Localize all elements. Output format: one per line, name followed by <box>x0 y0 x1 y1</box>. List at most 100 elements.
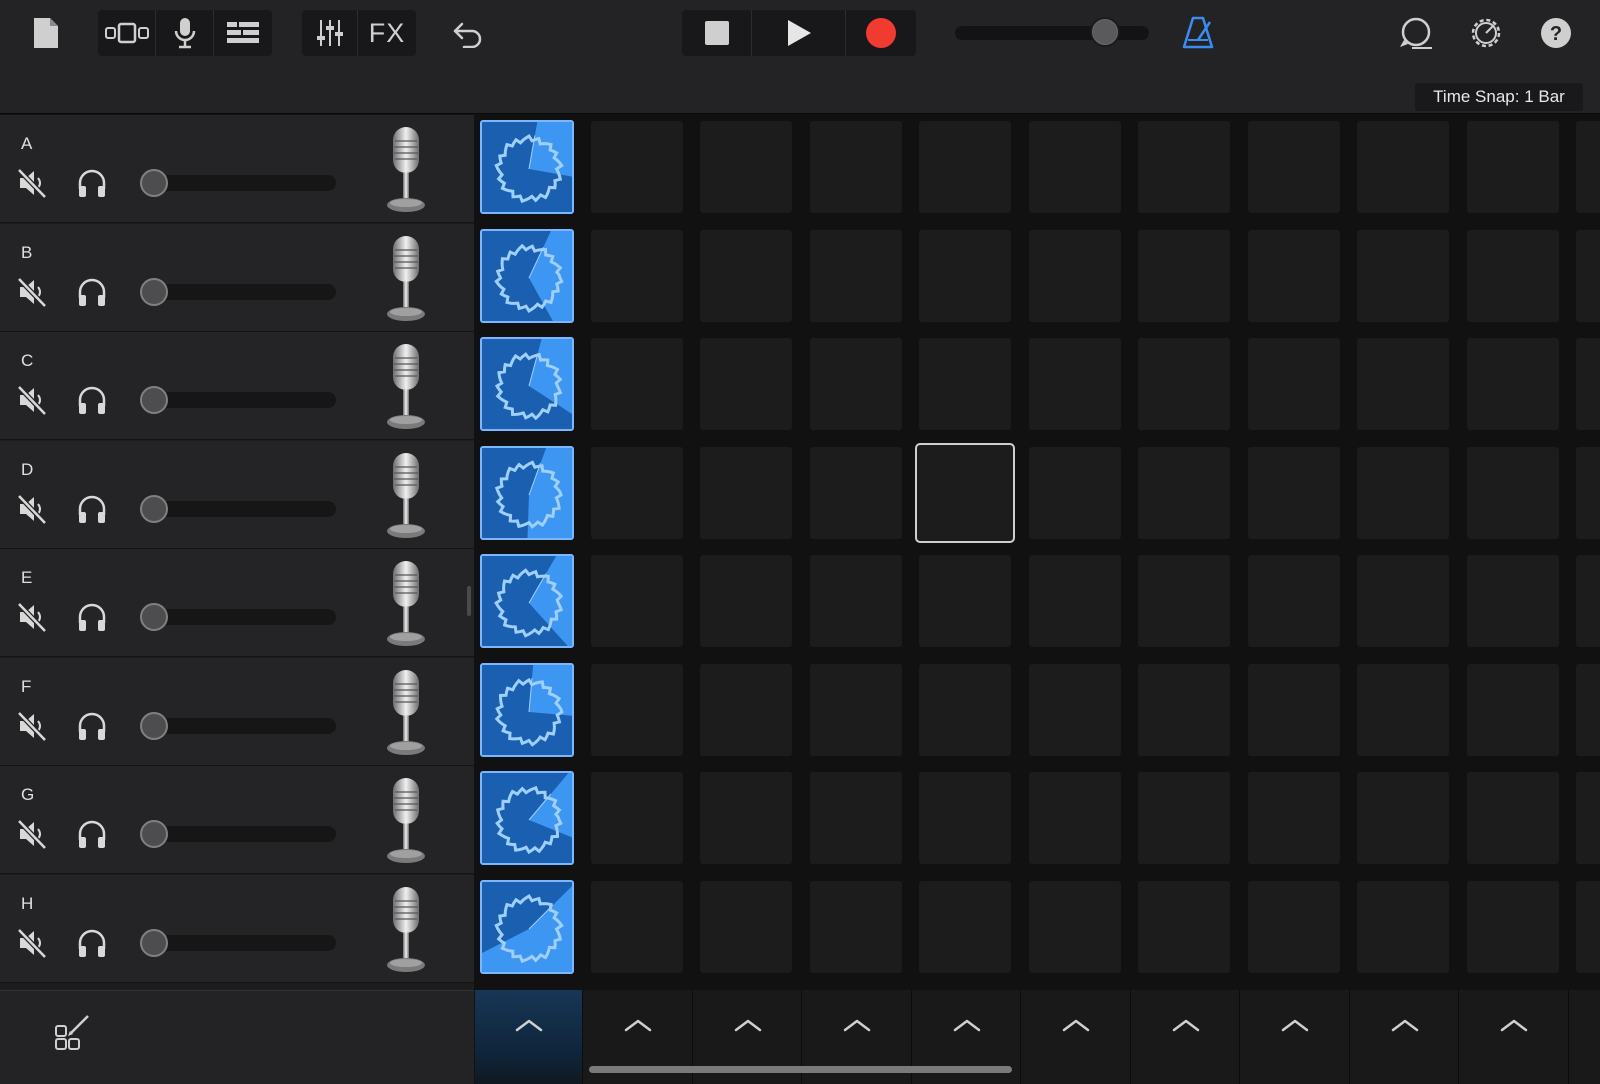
document-icon[interactable] <box>28 14 64 52</box>
master-volume-knob[interactable] <box>1090 17 1120 47</box>
empty-cell[interactable] <box>700 880 792 973</box>
microphone-icon[interactable] <box>384 776 428 864</box>
empty-cell[interactable] <box>1138 229 1230 322</box>
mute-icon[interactable] <box>17 493 47 525</box>
empty-cell[interactable] <box>1466 121 1559 213</box>
empty-cell[interactable] <box>1466 663 1559 756</box>
empty-cell[interactable] <box>1138 663 1230 756</box>
empty-cell[interactable] <box>1138 446 1230 539</box>
empty-cell[interactable] <box>590 772 683 864</box>
horizontal-scrollbar[interactable] <box>589 1066 1012 1073</box>
empty-cell[interactable] <box>1357 121 1449 213</box>
microphone-icon[interactable] <box>384 559 428 647</box>
track-volume-slider[interactable] <box>140 283 336 300</box>
track-volume-slider[interactable] <box>140 175 336 191</box>
track-volume-slider[interactable] <box>140 500 336 517</box>
track-header[interactable]: H <box>0 874 474 983</box>
empty-cell[interactable] <box>919 880 1011 973</box>
empty-cell[interactable] <box>1576 338 1600 430</box>
empty-cell[interactable] <box>1138 880 1230 973</box>
empty-cell[interactable] <box>700 446 792 539</box>
empty-cell[interactable] <box>1466 772 1559 864</box>
mute-icon[interactable] <box>17 276 47 308</box>
microphone-icon[interactable] <box>384 668 428 756</box>
play-icon[interactable] <box>752 10 846 56</box>
empty-cell[interactable] <box>1247 772 1340 864</box>
edit-grid-icon[interactable] <box>52 1012 92 1052</box>
empty-cell[interactable] <box>1247 555 1340 647</box>
stop-icon[interactable] <box>682 10 752 56</box>
microphone-icon[interactable] <box>384 125 428 213</box>
empty-cell[interactable] <box>1357 663 1449 756</box>
solo-headphones-icon[interactable] <box>76 927 108 959</box>
mute-icon[interactable] <box>17 927 47 959</box>
empty-cell[interactable] <box>1028 663 1121 756</box>
empty-cell[interactable] <box>1028 121 1121 213</box>
track-volume-knob[interactable] <box>140 169 168 197</box>
empty-cell[interactable] <box>700 772 792 864</box>
settings-icon[interactable] <box>1466 14 1506 52</box>
empty-cell[interactable] <box>590 446 683 539</box>
undo-icon[interactable] <box>450 16 486 52</box>
empty-cell[interactable] <box>1138 121 1230 213</box>
mute-icon[interactable] <box>17 167 47 199</box>
solo-headphones-icon[interactable] <box>76 167 108 199</box>
track-volume-knob[interactable] <box>140 928 168 957</box>
empty-cell[interactable] <box>700 121 792 213</box>
empty-cell[interactable] <box>700 555 792 647</box>
empty-cell[interactable] <box>590 663 683 756</box>
mute-icon[interactable] <box>17 384 47 416</box>
empty-cell[interactable] <box>1357 338 1449 430</box>
track-header[interactable]: A <box>0 115 474 223</box>
track-header[interactable]: E <box>0 549 474 657</box>
column-trigger[interactable] <box>475 990 583 1084</box>
loop-cell[interactable] <box>480 771 574 865</box>
empty-cell[interactable] <box>1466 338 1559 430</box>
tracks-list-icon[interactable] <box>214 10 272 56</box>
empty-cell[interactable] <box>700 229 792 322</box>
empty-cell[interactable] <box>1466 229 1559 322</box>
empty-cell[interactable] <box>590 338 683 430</box>
empty-cell[interactable] <box>1357 555 1449 647</box>
track-volume-slider[interactable] <box>140 609 336 625</box>
track-volume-knob[interactable] <box>140 386 168 414</box>
column-trigger[interactable] <box>1570 990 1600 1084</box>
empty-cell[interactable] <box>1247 229 1340 322</box>
empty-cell[interactable] <box>590 880 683 973</box>
microphone-icon[interactable] <box>384 885 428 973</box>
empty-cell[interactable] <box>1247 663 1340 756</box>
loop-cell[interactable] <box>480 228 574 323</box>
mic-icon[interactable] <box>156 10 214 56</box>
empty-cell[interactable] <box>590 121 683 213</box>
microphone-icon[interactable] <box>384 234 428 322</box>
mute-icon[interactable] <box>17 818 47 850</box>
empty-cell[interactable] <box>1028 338 1121 430</box>
solo-headphones-icon[interactable] <box>76 384 108 416</box>
track-header[interactable]: G <box>0 766 474 874</box>
empty-cell[interactable] <box>1138 338 1230 430</box>
empty-cell[interactable] <box>1028 555 1121 647</box>
empty-cell[interactable] <box>1028 446 1121 539</box>
empty-cell[interactable] <box>1357 772 1449 864</box>
empty-cell[interactable] <box>1466 880 1559 973</box>
loop-cell[interactable] <box>480 879 574 974</box>
track-volume-knob[interactable] <box>140 494 168 523</box>
empty-cell[interactable] <box>919 555 1011 647</box>
track-volume-slider[interactable] <box>140 826 336 842</box>
selected-empty-cell[interactable] <box>915 442 1015 543</box>
empty-cell[interactable] <box>809 338 902 430</box>
column-trigger[interactable] <box>1351 990 1459 1084</box>
track-header[interactable]: C <box>0 332 474 440</box>
empty-cell[interactable] <box>1357 446 1449 539</box>
empty-cell[interactable] <box>590 229 683 322</box>
column-trigger[interactable] <box>1461 990 1569 1084</box>
empty-cell[interactable] <box>700 663 792 756</box>
track-volume-knob[interactable] <box>140 603 168 631</box>
empty-cell[interactable] <box>1576 772 1600 864</box>
track-header[interactable]: F <box>0 657 474 766</box>
track-volume-slider[interactable] <box>140 934 336 951</box>
empty-cell[interactable] <box>1466 555 1559 647</box>
column-trigger[interactable] <box>1242 990 1350 1084</box>
empty-cell[interactable] <box>919 663 1011 756</box>
empty-cell[interactable] <box>1357 229 1449 322</box>
